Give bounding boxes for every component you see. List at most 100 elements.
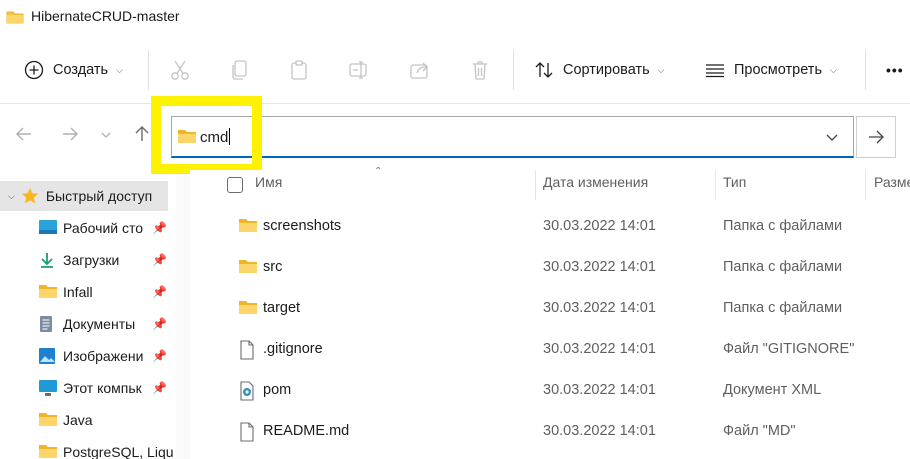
column-header-date[interactable]: Дата изменения	[543, 174, 648, 190]
view-button[interactable]: Просмотреть ⌵	[705, 36, 837, 104]
rename-button[interactable]	[348, 36, 372, 104]
xml-file-icon	[238, 381, 256, 404]
pin-icon: 📌	[152, 221, 167, 235]
copy-button[interactable]	[230, 36, 250, 104]
sidebar-item-infall[interactable]: Infall 📌	[0, 277, 176, 307]
chevron-down-icon: ⌵	[830, 64, 837, 75]
file-type: Файл "GITIGNORE"	[723, 341, 855, 357]
sidebar-item-label: Рабочий сто	[63, 220, 144, 236]
table-row[interactable]: src 30.03.2022 14:01 Папка с файлами	[190, 248, 910, 288]
folder-icon	[38, 411, 57, 429]
folder-icon	[238, 299, 258, 318]
sidebar-item-label: Документы	[63, 316, 136, 332]
more-icon: •••	[886, 62, 904, 78]
back-button[interactable]	[14, 124, 34, 147]
table-row[interactable]: target 30.03.2022 14:01 Папка с файлами	[190, 289, 910, 329]
forward-button[interactable]	[60, 124, 80, 147]
go-button[interactable]	[856, 116, 896, 158]
toolbar-divider	[865, 50, 866, 90]
file-type: Файл "MD"	[723, 423, 796, 439]
sidebar-item-pictures[interactable]: Изображени 📌	[0, 341, 176, 371]
file-name: README.md	[263, 423, 350, 439]
chevron-down-icon: ⌵	[8, 190, 15, 201]
sidebar-item-this-pc[interactable]: Этот компьк 📌	[0, 373, 176, 403]
toolbar-divider	[148, 50, 149, 90]
file-icon	[238, 422, 256, 445]
folder-icon	[38, 443, 57, 459]
column-divider[interactable]	[535, 170, 536, 200]
more-options-button[interactable]: •••	[886, 36, 904, 104]
sidebar-item-java[interactable]: Java	[0, 405, 176, 435]
file-date: 30.03.2022 14:01	[543, 259, 656, 275]
annotation-highlight	[151, 96, 262, 174]
share-button[interactable]	[409, 36, 431, 104]
recent-locations-button[interactable]	[100, 128, 112, 144]
pin-icon: 📌	[152, 285, 167, 299]
file-name: .gitignore	[263, 341, 323, 357]
file-type: Папка с файлами	[723, 259, 843, 275]
column-header-name[interactable]: Имя	[255, 174, 282, 190]
file-name: src	[263, 259, 283, 275]
address-bar[interactable]: cmd	[171, 116, 854, 158]
arrow-right-icon	[869, 130, 884, 144]
folder-icon	[6, 9, 24, 28]
sidebar-item-documents[interactable]: Документы 📌	[0, 309, 176, 339]
sidebar-item-label: Infall	[63, 284, 93, 300]
clipboard-icon	[289, 59, 309, 81]
desktop-icon	[38, 219, 57, 237]
plus-circle-icon	[24, 60, 44, 80]
chevron-down-icon[interactable]	[825, 130, 839, 147]
chevron-down-icon: ⌵	[116, 64, 123, 75]
view-lines-icon	[705, 62, 725, 78]
delete-button[interactable]	[470, 36, 490, 104]
file-date: 30.03.2022 14:01	[543, 218, 656, 234]
toolbar-divider	[513, 50, 514, 90]
pin-icon: 📌	[152, 349, 167, 363]
sort-icon	[534, 60, 554, 80]
create-button[interactable]: Создать ⌵	[24, 36, 123, 104]
pictures-icon	[38, 347, 56, 365]
sidebar-item-postgresql[interactable]: PostgreSQL, Liqu	[0, 437, 176, 459]
file-type: Папка с файлами	[723, 300, 843, 316]
sidebar-item-label: Изображени	[63, 348, 144, 364]
share-icon	[409, 60, 431, 80]
view-label: Просмотреть	[734, 62, 822, 78]
sidebar-item-downloads[interactable]: Загрузки 📌	[0, 245, 176, 275]
chevron-down-icon	[101, 132, 111, 138]
command-bar: Создать ⌵ Сортировать ⌵ Просмотреть ⌵ ••…	[0, 36, 910, 104]
pin-icon: 📌	[152, 317, 167, 331]
sidebar-scrollbar[interactable]	[176, 176, 190, 459]
select-all-checkbox[interactable]	[227, 177, 243, 193]
file-date: 30.03.2022 14:01	[543, 300, 656, 316]
table-row[interactable]: .gitignore 30.03.2022 14:01 Файл "GITIGN…	[190, 330, 910, 370]
folder-icon	[38, 283, 57, 301]
sidebar-item-label: Этот компьк	[63, 380, 142, 396]
sort-button[interactable]: Сортировать ⌵	[534, 36, 664, 104]
sidebar-item-label: Java	[63, 412, 93, 428]
paste-button[interactable]	[289, 36, 309, 104]
sidebar-item-quick-access[interactable]: ⌵ Быстрый доступ	[0, 181, 168, 211]
file-icon	[238, 340, 256, 363]
file-name: pom	[263, 382, 292, 398]
table-row[interactable]: screenshots 30.03.2022 14:01 Папка с фай…	[190, 207, 910, 247]
column-divider[interactable]	[715, 170, 716, 200]
copy-icon	[230, 59, 250, 81]
file-name: screenshots	[263, 218, 342, 234]
arrow-right-icon	[63, 127, 78, 141]
rename-icon	[348, 60, 372, 80]
table-row[interactable]: README.md 30.03.2022 14:01 Файл "MD"	[190, 412, 910, 452]
column-header-type[interactable]: Тип	[723, 174, 746, 190]
pin-icon: 📌	[152, 253, 167, 267]
trash-icon	[470, 59, 490, 81]
column-header-size[interactable]: Разме	[874, 174, 910, 190]
star-icon	[21, 187, 39, 205]
column-divider[interactable]	[865, 170, 866, 200]
file-type: Папка с файлами	[723, 218, 843, 234]
pin-icon: 📌	[152, 381, 167, 395]
sort-label: Сортировать	[563, 62, 650, 78]
cut-button[interactable]	[170, 36, 190, 104]
table-row[interactable]: pom 30.03.2022 14:01 Документ XML	[190, 371, 910, 411]
up-button[interactable]	[132, 124, 152, 147]
sidebar-item-desktop[interactable]: Рабочий сто 📌	[0, 213, 176, 243]
window-title: HibernateCRUD-master	[31, 8, 180, 24]
